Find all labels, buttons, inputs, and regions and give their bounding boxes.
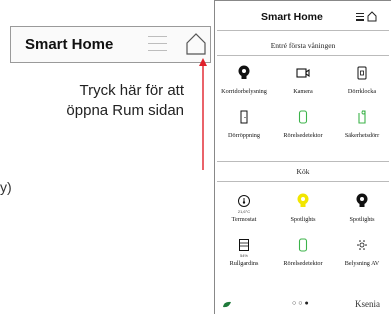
callout-text: Tryck här för att öppna Rum sidan — [66, 82, 184, 119]
tile-label: Spotlights — [290, 216, 316, 223]
page-indicator[interactable]: ○○● — [292, 300, 311, 307]
tile-status — [274, 81, 332, 86]
tile-label: Kamera — [293, 88, 313, 95]
home-icon[interactable] — [185, 32, 207, 56]
blinds-icon — [239, 239, 249, 251]
tile-dorroppning[interactable]: Dörröppning — [215, 109, 273, 139]
phone-header: Smart Home — [215, 1, 391, 37]
tile-status — [333, 209, 391, 214]
motion-sensor-icon — [298, 238, 308, 252]
tile-status: 54% — [239, 253, 248, 258]
phone-screen: Smart Home Entré första våningen Korrido… — [214, 0, 391, 314]
section-title: Kök — [296, 167, 310, 176]
tile-status — [274, 253, 332, 258]
divider — [217, 181, 389, 182]
brand-logo: Ksenia — [355, 299, 380, 309]
tile-status — [274, 209, 332, 214]
tile-label: Säkerhetsdörr — [344, 132, 380, 139]
tile-status — [274, 125, 332, 130]
tile-label: Spotlights — [349, 216, 375, 223]
camera-icon — [296, 68, 310, 78]
tile-korridorbelysning[interactable]: Korridorbelysning — [215, 65, 273, 95]
tile-status: 21,6°C — [237, 209, 251, 214]
section-title: Entré första våningen — [270, 41, 336, 50]
lightbulb-on-icon — [238, 65, 250, 79]
tile-kamera[interactable]: Kamera — [274, 65, 332, 95]
tile-belysning-av[interactable]: Belysning AV — [333, 237, 391, 267]
tile-label: Korridorbelysning — [221, 88, 267, 95]
home-icon[interactable] — [367, 11, 377, 22]
tile-status — [333, 253, 391, 258]
cropped-text: y) — [0, 179, 12, 195]
callout-arrow — [199, 58, 207, 170]
doorbell-icon — [357, 66, 367, 80]
tile-status — [215, 125, 273, 130]
menu-icon[interactable] — [356, 13, 364, 21]
tile-spotlights[interactable]: Spotlights — [333, 193, 391, 223]
lightbulb-on-icon — [356, 193, 368, 207]
security-door-icon — [358, 110, 366, 124]
tile-label: Rullgardins — [229, 260, 259, 267]
zoomed-app-title: Smart Home — [25, 36, 114, 53]
divider — [217, 161, 389, 162]
divider — [217, 55, 389, 56]
tile-label: Belysning AV — [344, 260, 380, 267]
tile-rullgardins[interactable]: 54% Rullgardins — [215, 237, 273, 267]
phone-footer: ○○● Ksenia — [215, 297, 391, 313]
tile-rorelsedetektor[interactable]: Rörelsedetektor — [274, 109, 332, 139]
tile-termostat[interactable]: 21,6°C Termostat — [215, 193, 273, 223]
tile-label: Rörelsedetektor — [283, 260, 323, 267]
divider — [217, 30, 389, 31]
light-off-icon — [357, 240, 367, 250]
tile-label: Dörröppning — [228, 132, 260, 139]
phone-app-title: Smart Home — [261, 11, 323, 23]
tile-status — [215, 81, 273, 86]
motion-sensor-icon — [298, 110, 308, 124]
door-icon — [240, 110, 248, 124]
tile-label: Termostat — [231, 216, 257, 223]
tile-sakerhetsdorr[interactable]: Säkerhetsdörr — [333, 109, 391, 139]
tile-rorelsedetektor-kok[interactable]: Rörelsedetektor — [274, 237, 332, 267]
tile-status — [333, 81, 391, 86]
thermostat-icon — [238, 195, 250, 207]
lightbulb-yellow-icon — [297, 193, 309, 207]
zoomed-header: Smart Home — [10, 26, 211, 63]
tile-status — [333, 125, 391, 130]
tile-label: Rörelsedetektor — [283, 132, 323, 139]
tile-spotlights-yellow[interactable]: Spotlights — [274, 193, 332, 223]
tile-dorrklocka[interactable]: Dörrklocka — [333, 65, 391, 95]
menu-icon[interactable] — [148, 36, 167, 52]
leaf-icon — [223, 301, 231, 308]
tile-label: Dörrklocka — [347, 88, 377, 95]
